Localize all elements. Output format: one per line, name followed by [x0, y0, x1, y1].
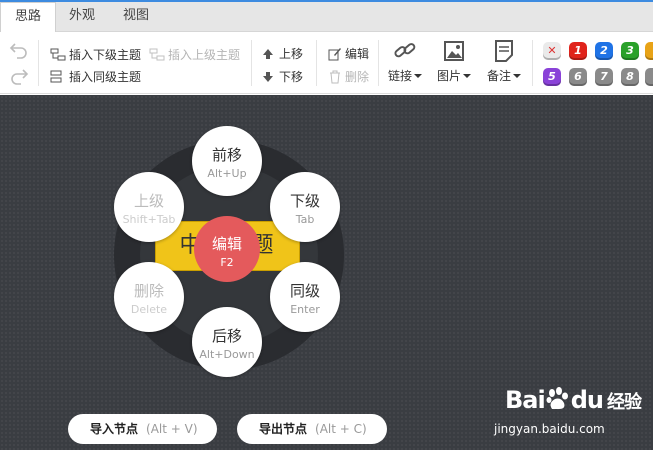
link-label: 链接 — [387, 69, 412, 83]
delete-label: 删除 — [345, 70, 370, 84]
priority-9-icon[interactable] — [645, 68, 653, 86]
edit-button[interactable]: 编辑 — [328, 45, 369, 62]
watermark-brand-cn: 经验 — [606, 392, 642, 413]
insert-child-label: 插入下级主题 — [69, 48, 142, 62]
move-up-button[interactable]: 上移 — [262, 45, 303, 62]
hotbox-label: 删除 — [133, 282, 164, 300]
move-down-label: 下移 — [279, 70, 304, 84]
hotbox-label: 上级 — [133, 192, 164, 210]
export-shortcut: (Alt + C) — [315, 422, 367, 436]
priority-8-icon[interactable]: 8 — [621, 68, 639, 86]
hotbox-label: 编辑 — [211, 235, 242, 253]
hotbox-delete[interactable]: 删除 Delete — [114, 262, 184, 332]
edit-label: 编辑 — [345, 47, 370, 61]
arrow-down-icon — [263, 71, 273, 82]
insert-sibling-label: 插入同级主题 — [69, 70, 142, 84]
insert-parent-button[interactable]: 插入上级主题 — [149, 46, 240, 63]
chevron-down-icon — [513, 73, 521, 78]
hotbox-move-up[interactable]: 前移 Alt+Up — [192, 126, 262, 196]
edit-icon — [328, 47, 341, 60]
move-up-label: 上移 — [279, 47, 304, 61]
image-button[interactable]: 图片 — [431, 40, 477, 84]
priority-5-icon[interactable]: 5 — [543, 68, 561, 86]
priority-3-icon[interactable]: 3 — [621, 42, 639, 60]
image-label: 图片 — [436, 69, 461, 83]
priority-1-icon[interactable]: 1 — [569, 42, 587, 60]
hotbox-label: 后移 — [211, 327, 242, 345]
trash-icon — [330, 70, 340, 83]
tab-view[interactable]: 视图 — [108, 2, 164, 33]
insert-child-button[interactable]: 插入下级主题 — [50, 46, 141, 63]
note-icon — [495, 40, 513, 62]
hotbox-shortcut: F2 — [220, 256, 234, 269]
hotbox-move-down[interactable]: 后移 Alt+Down — [192, 307, 262, 377]
insert-parent-label: 插入上级主题 — [168, 48, 241, 62]
toolbar-divider — [251, 40, 252, 86]
toolbar-divider — [316, 40, 317, 86]
undo-button[interactable] — [9, 41, 29, 59]
redo-button[interactable] — [9, 67, 29, 85]
hotbox-shortcut: Shift+Tab — [122, 213, 176, 226]
chevron-down-icon — [463, 73, 471, 78]
toolbar-divider — [532, 40, 533, 86]
hotbox-shortcut: Alt+Down — [199, 348, 255, 361]
note-button[interactable]: 备注 — [481, 40, 527, 84]
image-icon — [444, 41, 464, 61]
hotbox-label: 下级 — [289, 192, 320, 210]
priority-clear-icon[interactable]: ✕ — [543, 42, 561, 60]
priority-6-icon[interactable]: 6 — [569, 68, 587, 86]
watermark-brand2: du — [570, 386, 604, 414]
import-shortcut: (Alt + V) — [146, 422, 198, 436]
hotbox-label: 前移 — [211, 146, 242, 164]
paw-icon — [546, 387, 568, 409]
insert-parent-icon — [149, 48, 165, 60]
import-nodes-button[interactable]: 导入节点 (Alt + V) — [68, 414, 217, 444]
move-down-button[interactable]: 下移 — [262, 68, 303, 85]
hotbox-shortcut: Alt+Up — [207, 167, 247, 180]
export-nodes-button[interactable]: 导出节点 (Alt + C) — [237, 414, 387, 444]
export-label: 导出节点 — [259, 422, 308, 436]
toolbar-divider — [378, 40, 379, 86]
import-label: 导入节点 — [90, 422, 139, 436]
redo-icon — [11, 69, 29, 85]
hotbox-label: 同级 — [289, 282, 320, 300]
chevron-down-icon — [414, 73, 422, 78]
hotbox-insert-child[interactable]: 下级 Tab — [270, 172, 340, 242]
link-icon — [394, 43, 416, 58]
priority-2-icon[interactable]: 2 — [595, 42, 613, 60]
note-label: 备注 — [486, 69, 511, 83]
hotbox-insert-parent[interactable]: 上级 Shift+Tab — [114, 172, 184, 242]
hotbox-shortcut: Tab — [295, 213, 315, 226]
insert-sibling-icon — [50, 70, 62, 82]
insert-child-icon — [50, 48, 66, 60]
undo-icon — [9, 43, 27, 59]
hotbox-shortcut: Delete — [130, 303, 168, 316]
priority-7-icon[interactable]: 7 — [595, 68, 613, 86]
tab-appearance[interactable]: 外观 — [56, 2, 108, 33]
delete-button[interactable]: 删除 — [328, 68, 369, 85]
toolbar: 插入下级主题 插入上级主题 插入同级主题 上移 下移 编辑 删除 链接 图片 备… — [0, 32, 653, 94]
tab-bar: 思路 外观 视图 — [0, 2, 653, 33]
arrow-up-icon — [263, 48, 273, 59]
tab-thinking[interactable]: 思路 — [0, 2, 56, 33]
watermark-brand: Bai — [505, 386, 546, 414]
toolbar-divider — [38, 40, 39, 86]
insert-sibling-button[interactable]: 插入同级主题 — [50, 68, 141, 85]
priority-4-icon[interactable] — [645, 42, 653, 60]
baidu-jingyan-watermark: Bai du 经验 — [505, 386, 642, 414]
link-button[interactable]: 链接 — [382, 40, 428, 84]
hotbox-insert-sibling[interactable]: 同级 Enter — [270, 262, 340, 332]
hotbox-shortcut: Enter — [290, 303, 320, 316]
watermark-url: jingyan.baidu.com — [494, 422, 605, 436]
hotbox-edit[interactable]: 编辑 F2 — [194, 216, 260, 282]
